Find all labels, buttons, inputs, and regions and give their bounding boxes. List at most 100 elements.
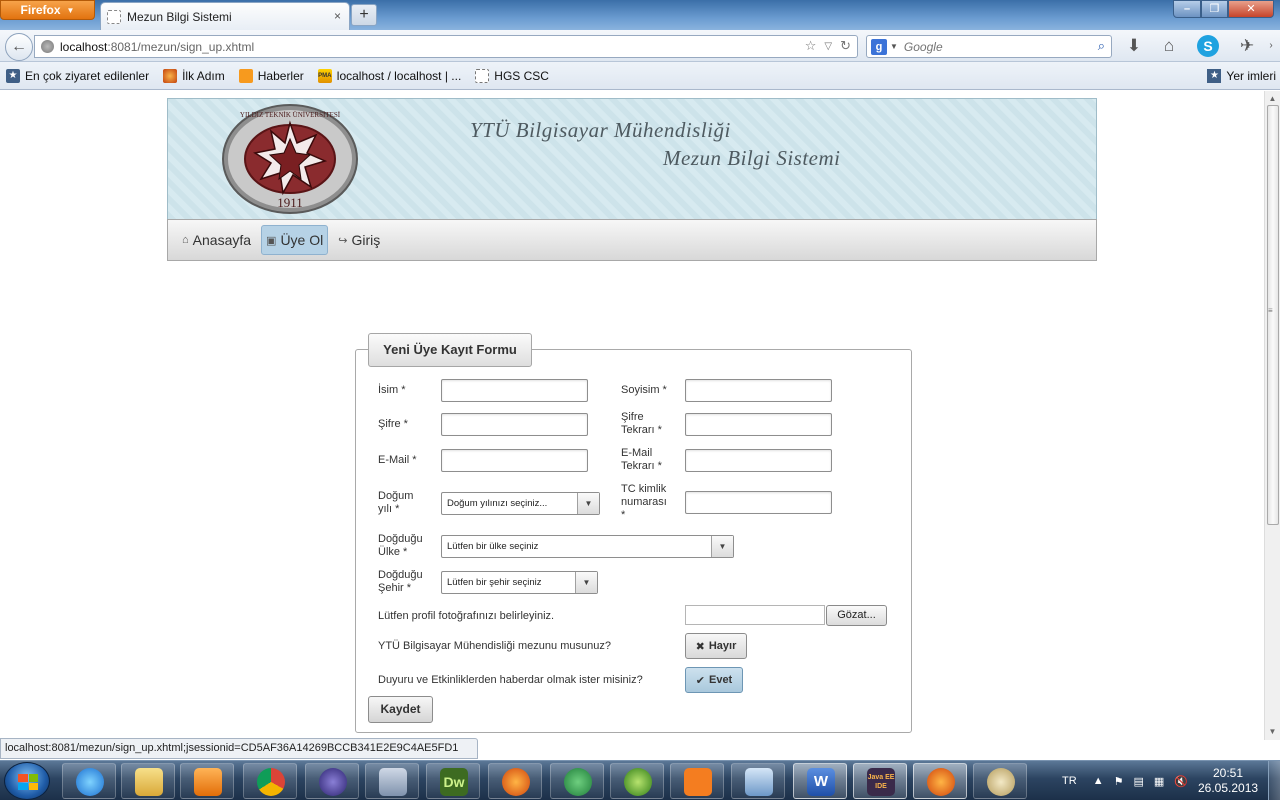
dogum-yili-select[interactable]: Doğum yılınızı seçiniz... ▼ bbox=[441, 492, 600, 515]
chevron-down-icon[interactable]: ▼ bbox=[575, 572, 597, 593]
taskbar-app-ie[interactable] bbox=[62, 763, 116, 799]
soyisim-label: Soyisim * bbox=[621, 384, 667, 396]
google-engine-icon[interactable]: g bbox=[871, 38, 887, 55]
taskbar-app-firefox[interactable] bbox=[488, 763, 542, 799]
bookmarks-menu-button[interactable]: ★ Yer imleri bbox=[1207, 69, 1276, 83]
isim-input[interactable] bbox=[441, 379, 588, 402]
language-indicator[interactable]: TR bbox=[1062, 775, 1077, 787]
browse-button[interactable]: Gözat... bbox=[826, 605, 887, 626]
chevron-down-icon[interactable]: ▼ bbox=[577, 493, 599, 514]
email-input[interactable] bbox=[441, 449, 588, 472]
bookmark-hgs-csc[interactable]: HGS CSC bbox=[475, 68, 549, 83]
vertical-scrollbar[interactable]: ▲ ≡ ▼ bbox=[1264, 91, 1280, 740]
taskbar-app-dreamweaver[interactable]: Dw bbox=[426, 763, 480, 799]
browser-titlebar: Firefox ▼ Mezun Bilgi Sistemi × + – ❐ ✕ bbox=[0, 0, 1280, 30]
clock[interactable]: 20:51 26.05.2013 bbox=[1198, 766, 1258, 796]
select-value: Doğum yılınızı seçiniz... bbox=[447, 498, 548, 509]
taskbar-app-netbeans[interactable]: Java EE IDE bbox=[853, 763, 907, 799]
taskbar-app-green-leaf[interactable] bbox=[610, 763, 664, 799]
reload-icon[interactable]: ↻ bbox=[840, 38, 851, 56]
photo-file-input[interactable] bbox=[685, 605, 825, 625]
graduate-toggle-button[interactable]: ✖ Hayır bbox=[685, 633, 747, 659]
url-bar[interactable]: localhost :8081/mezun/sign_up.xhtml ☆ ▽ … bbox=[34, 35, 858, 58]
bookmark-star-icon[interactable]: ☆ bbox=[805, 38, 817, 56]
taskbar-app-eclipse[interactable] bbox=[305, 763, 359, 799]
menu-item-login[interactable]: ↪ Giriş bbox=[334, 225, 384, 255]
menu-item-label: Anasayfa bbox=[192, 232, 252, 248]
scroll-down-icon[interactable]: ▼ bbox=[1265, 724, 1280, 740]
new-tab-button[interactable]: + bbox=[351, 4, 377, 26]
checkmark-icon: ✔ bbox=[695, 674, 705, 687]
taskbar-app-xampp[interactable] bbox=[670, 763, 724, 799]
label-line: Tekrarı * bbox=[621, 424, 662, 436]
show-desktop-button[interactable] bbox=[1268, 761, 1280, 800]
scroll-grip-icon: ≡ bbox=[1268, 306, 1273, 315]
back-button[interactable]: ← bbox=[5, 33, 33, 61]
taskbar-app-green-s[interactable] bbox=[550, 763, 604, 799]
addon-icon[interactable]: ✈ bbox=[1236, 35, 1258, 57]
dogdugu-sehir-select[interactable]: Lütfen bir şehir seçiniz ▼ bbox=[441, 571, 598, 594]
search-input[interactable] bbox=[903, 39, 1084, 54]
taskbar-app-firefox-active[interactable] bbox=[913, 763, 967, 799]
database-icon bbox=[379, 768, 407, 796]
search-bar[interactable]: g ▼ ⌕ bbox=[866, 35, 1112, 58]
dropdown-arrow-icon[interactable]: ▽ bbox=[824, 38, 832, 56]
network-icon[interactable]: ▦ bbox=[1154, 775, 1164, 788]
dogdugu-sehir-label: Doğduğu Şehir * bbox=[378, 569, 423, 595]
volume-muted-icon[interactable]: 🔇 bbox=[1174, 775, 1188, 788]
bookmark-first-steps[interactable]: İlk Adım bbox=[163, 68, 225, 83]
chevron-down-icon[interactable]: ▼ bbox=[711, 536, 733, 557]
bookmark-most-visited[interactable]: ★ En çok ziyaret edilenler bbox=[6, 68, 149, 83]
scrollbar-thumb[interactable] bbox=[1267, 105, 1279, 525]
skype-icon[interactable]: S bbox=[1197, 35, 1219, 57]
site-menu: ⌂ Anasayfa ▣ Üye Ol ↪ Giriş bbox=[167, 219, 1097, 261]
sifre-input[interactable] bbox=[441, 413, 588, 436]
tray-expand-icon[interactable]: ▲ bbox=[1093, 775, 1104, 787]
menu-item-signup[interactable]: ▣ Üye Ol bbox=[261, 225, 329, 255]
taskbar-app-explorer[interactable] bbox=[121, 763, 175, 799]
firefox-icon bbox=[927, 768, 955, 796]
page-icon bbox=[475, 68, 490, 83]
start-button[interactable] bbox=[4, 762, 50, 800]
menu-item-home[interactable]: ⌂ Anasayfa bbox=[178, 225, 255, 255]
minimize-icon[interactable]: – bbox=[1173, 0, 1201, 18]
chrome-icon bbox=[257, 768, 285, 796]
word-icon: W bbox=[807, 768, 835, 796]
overflow-chevron-icon[interactable]: › bbox=[1260, 35, 1280, 57]
taskbar-app-paint[interactable] bbox=[973, 763, 1027, 799]
firefox-menu-button[interactable]: Firefox ▼ bbox=[0, 0, 95, 20]
search-icon[interactable]: ⌕ bbox=[1098, 38, 1105, 54]
tc-kimlik-input[interactable] bbox=[685, 491, 832, 514]
maximize-icon[interactable]: ❐ bbox=[1201, 0, 1228, 18]
usb-icon[interactable]: ▤ bbox=[1133, 775, 1143, 788]
bookmark-news[interactable]: Haberler bbox=[238, 68, 304, 83]
taskbar-app-chrome[interactable] bbox=[243, 763, 297, 799]
taskbar-app-word[interactable]: W bbox=[793, 763, 847, 799]
taskbar-app-media[interactable] bbox=[180, 763, 234, 799]
taskbar-app-database[interactable] bbox=[365, 763, 419, 799]
bookmark-phpmyadmin[interactable]: PMA localhost / localhost | ... bbox=[317, 68, 461, 83]
submit-button[interactable]: Kaydet bbox=[368, 696, 433, 723]
media-player-icon bbox=[194, 768, 222, 796]
sifre-tekrar-input[interactable] bbox=[685, 413, 832, 436]
email-tekrar-input[interactable] bbox=[685, 449, 832, 472]
caret-down-icon[interactable]: ▼ bbox=[890, 42, 898, 51]
dogdugu-ulke-select[interactable]: Lütfen bir ülke seçiniz ▼ bbox=[441, 535, 734, 558]
bookmarks-star-icon: ★ bbox=[6, 68, 20, 83]
taskbar-app-virtualbox[interactable] bbox=[731, 763, 785, 799]
soyisim-input[interactable] bbox=[685, 379, 832, 402]
close-window-icon[interactable]: ✕ bbox=[1228, 0, 1274, 18]
java-ee-icon: Java EE IDE bbox=[867, 768, 895, 796]
download-icon[interactable]: ⬇ bbox=[1123, 35, 1145, 57]
home-icon[interactable]: ⌂ bbox=[1158, 35, 1180, 57]
browser-tab-active[interactable]: Mezun Bilgi Sistemi × bbox=[100, 2, 350, 30]
tab-title: Mezun Bilgi Sistemi bbox=[127, 9, 232, 24]
caret-down-icon: ▼ bbox=[66, 5, 75, 15]
tc-kimlik-label: TC kimlik numarası * bbox=[621, 483, 667, 522]
tab-close-icon[interactable]: × bbox=[334, 9, 341, 23]
action-center-icon[interactable]: ⚑ bbox=[1114, 775, 1124, 788]
graduate-question-label: YTÜ Bilgisayar Mühendisliği mezunu musun… bbox=[378, 640, 611, 652]
bookmarks-star-icon: ★ bbox=[1207, 69, 1222, 83]
dreamweaver-icon: Dw bbox=[440, 768, 468, 796]
news-toggle-button[interactable]: ✔ Evet bbox=[685, 667, 743, 693]
